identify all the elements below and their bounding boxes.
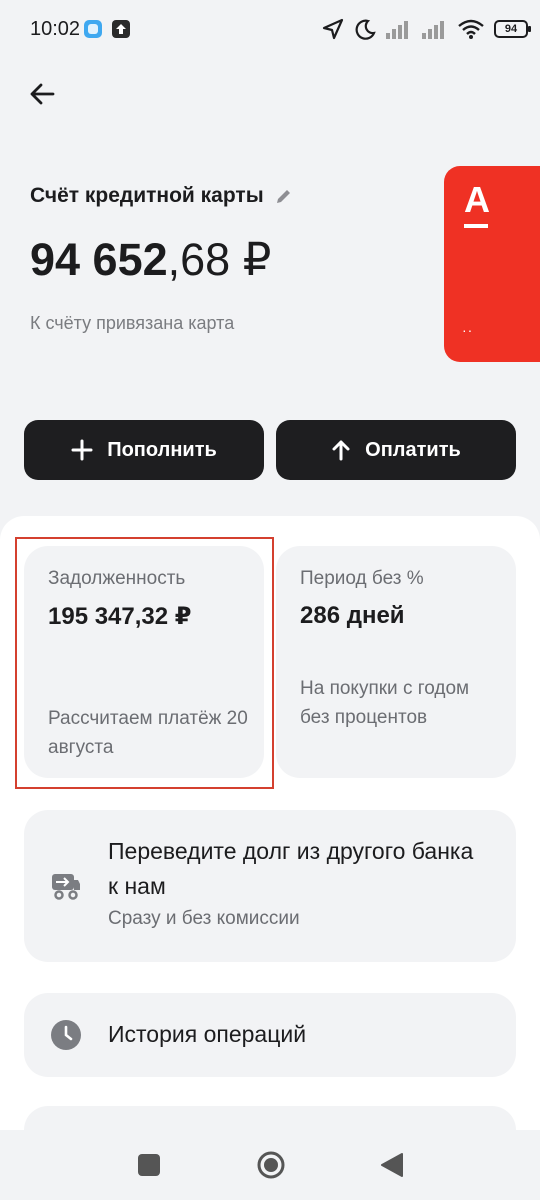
status-time: 10:02 [30, 18, 81, 40]
transfer-subtitle: Сразу и без комиссии [108, 908, 300, 929]
card-number: ·· [462, 322, 474, 338]
pay-button[interactable]: Оплатить [276, 420, 516, 480]
transfer-debt-banner[interactable]: Переведите долг из другого банка к нам С… [24, 810, 516, 962]
system-nav-bar [0, 1130, 540, 1200]
debt-label: Задолженность [48, 568, 186, 589]
transfer-title: Переведите долг из другого банка к нам [108, 838, 474, 899]
debt-tile[interactable]: Задолженность 195 347,32 ₽ Рассчитаем пл… [24, 546, 264, 778]
plus-icon [71, 439, 93, 461]
battery-icon: 94 [494, 20, 531, 38]
arrow-up-icon [332, 440, 350, 461]
history-item[interactable]: История операций [24, 993, 516, 1077]
home-button[interactable] [256, 1150, 286, 1180]
bank-logo-underline [464, 224, 488, 228]
pay-label: Оплатить [365, 438, 461, 461]
grace-note: На покупки с годом без процентов [300, 678, 470, 728]
next-list-item[interactable] [24, 1106, 516, 1130]
content-sheet: Задолженность 195 347,32 ₽ Рассчитаем пл… [0, 516, 540, 1130]
moon-icon [355, 19, 376, 40]
pencil-icon[interactable] [274, 186, 294, 206]
grace-label: Период без % [300, 568, 424, 589]
debt-note: Рассчитаем платёж 20 августа [48, 708, 248, 758]
grace-period-tile[interactable]: Период без % 286 дней На покупки с годом… [276, 546, 516, 778]
account-title: Счёт кредитной карты [30, 184, 264, 207]
clock-icon [51, 1020, 81, 1050]
grace-value: 286 дней [300, 602, 405, 629]
arrow-left-icon [30, 83, 55, 105]
back-button[interactable] [22, 74, 62, 114]
nav-back-button[interactable] [380, 1152, 404, 1178]
bank-logo: А [464, 179, 490, 220]
history-label: История операций [108, 1021, 307, 1047]
upload-icon [112, 20, 130, 38]
balance-fraction: ,68 ₽ [167, 234, 272, 285]
topup-button[interactable]: Пополнить [24, 420, 264, 480]
debt-value: 195 347,32 ₽ [48, 603, 192, 630]
linked-card-thumbnail[interactable]: А ·· [444, 166, 540, 362]
recent-apps-button[interactable] [138, 1154, 160, 1176]
signal-icon [422, 21, 444, 39]
location-arrow-icon [322, 18, 344, 40]
status-icons: 94 [322, 14, 531, 44]
balance-integer: 94 652 [30, 234, 168, 285]
app-notification-icon [84, 20, 102, 38]
wifi-icon [458, 19, 484, 39]
account-title-row: Счёт кредитной карты [30, 184, 294, 208]
card-linked-text: К счёту привязана карта [30, 313, 235, 333]
truck-icon [52, 874, 80, 900]
topup-label: Пополнить [107, 438, 217, 461]
signal-icon [386, 21, 408, 39]
status-bar: 10:02 94 [0, 0, 540, 60]
account-balance: 94 652,68 ₽ [30, 232, 271, 288]
